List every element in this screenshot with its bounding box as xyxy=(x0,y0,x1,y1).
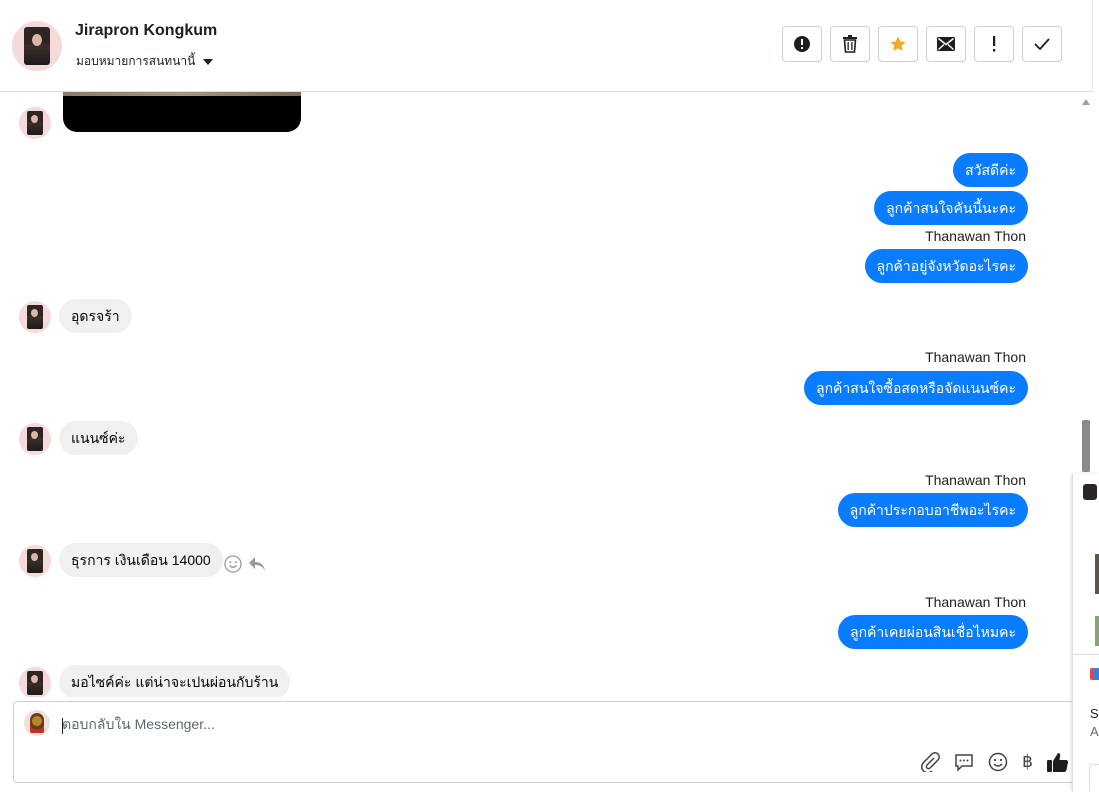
sender-avatar xyxy=(19,545,51,577)
delete-button[interactable] xyxy=(830,26,870,62)
mark-spam-button[interactable] xyxy=(782,26,822,62)
star-button[interactable] xyxy=(878,26,918,62)
caret-down-icon xyxy=(203,58,214,65)
envelope-icon xyxy=(937,37,955,51)
exclamation-icon xyxy=(993,36,996,52)
side-panel-partial: Sc A xyxy=(1072,474,1099,792)
sender-name: Thanawan Thon xyxy=(925,472,1026,488)
outgoing-message[interactable]: ลูกค้าเคยผ่อนสินเชื่อไหมคะ xyxy=(837,615,1028,649)
side-panel-card[interactable] xyxy=(1089,764,1099,792)
side-thumbnail[interactable] xyxy=(1083,484,1097,500)
reply-composer: ฿ xyxy=(13,701,1078,783)
composer-tools: ฿ xyxy=(920,752,1069,772)
outgoing-message[interactable]: ลูกค้าสนใจคันนี้นะคะ xyxy=(874,191,1028,225)
mark-unread-button[interactable] xyxy=(926,26,966,62)
sender-name: Thanawan Thon xyxy=(925,349,1026,365)
sender-avatar xyxy=(19,667,51,697)
media-attachment[interactable] xyxy=(63,92,301,132)
message-thread[interactable]: สวัสดีค่ะ ลูกค้าสนใจคันนี้นะคะ Thanawan … xyxy=(0,92,1078,697)
alert-icon xyxy=(794,36,810,52)
sender-name: Thanawan Thon xyxy=(925,228,1026,244)
emoji-icon xyxy=(988,752,1008,772)
text-cursor xyxy=(62,718,63,734)
mark-done-button[interactable] xyxy=(1022,26,1062,62)
attach-button[interactable] xyxy=(920,752,941,772)
app-icon xyxy=(1090,668,1099,680)
message-actions xyxy=(224,555,266,573)
sender-avatar xyxy=(19,301,51,333)
messenger-inbox-page: Jirapron Kongkum มอบหมายการสนทนานี้ สวัส… xyxy=(0,0,1099,792)
assign-label: มอบหมายการสนทนานี้ xyxy=(76,54,196,68)
like-button[interactable] xyxy=(1047,752,1069,772)
side-panel-text: Sc xyxy=(1090,706,1099,721)
contact-avatar[interactable] xyxy=(12,21,62,71)
side-image[interactable] xyxy=(1095,554,1099,594)
side-panel-subtext: A xyxy=(1090,724,1099,739)
saved-reply-button[interactable] xyxy=(954,752,974,772)
sender-name: Thanawan Thon xyxy=(925,594,1026,610)
incoming-message[interactable]: แนนซ์ค่ะ xyxy=(59,421,138,455)
sender-avatar xyxy=(19,107,51,139)
like-icon xyxy=(1047,753,1069,772)
outgoing-message[interactable]: ลูกค้าอยู่จังหวัดอะไรคะ xyxy=(864,249,1028,283)
incoming-message[interactable]: อุดรจร้า xyxy=(59,299,132,333)
check-icon xyxy=(1034,38,1050,50)
side-image[interactable] xyxy=(1095,616,1099,646)
divider xyxy=(1073,654,1099,655)
scroll-up-arrow-icon[interactable] xyxy=(1082,99,1090,105)
follow-up-button[interactable] xyxy=(974,26,1014,62)
conversation-header: Jirapron Kongkum มอบหมายการสนทนานี้ xyxy=(0,0,1093,92)
outgoing-message[interactable]: ลูกค้าสนใจซื้อสดหรือจัดแนนซ์คะ xyxy=(804,371,1028,405)
star-icon xyxy=(890,36,906,51)
sender-avatar xyxy=(19,423,51,455)
outgoing-message[interactable]: ลูกค้าประกอบอาชีพอะไรคะ xyxy=(837,493,1028,527)
reply-input[interactable] xyxy=(62,716,762,732)
conversation-toolbar xyxy=(782,26,1062,62)
saved-reply-icon xyxy=(955,754,973,772)
assign-conversation-dropdown[interactable]: มอบหมายการสนทนานี้ xyxy=(76,52,214,71)
baht-icon[interactable]: ฿ xyxy=(1022,752,1033,772)
scrollbar-thumb[interactable] xyxy=(1082,420,1090,472)
trash-icon xyxy=(843,35,857,53)
emoji-button[interactable] xyxy=(988,752,1008,772)
incoming-message[interactable]: ธุรการ เงินเดือน 14000 xyxy=(59,543,223,577)
incoming-message[interactable]: มอไซค์ค่ะ แต่น่าจะเปนผ่อนกับร้าน xyxy=(59,665,291,697)
page-avatar xyxy=(24,710,50,736)
outgoing-message[interactable]: สวัสดีค่ะ xyxy=(953,153,1028,187)
reply-icon[interactable] xyxy=(248,556,266,572)
attach-icon xyxy=(921,752,941,772)
contact-name[interactable]: Jirapron Kongkum xyxy=(75,22,217,40)
react-emoji-icon[interactable] xyxy=(224,555,242,573)
